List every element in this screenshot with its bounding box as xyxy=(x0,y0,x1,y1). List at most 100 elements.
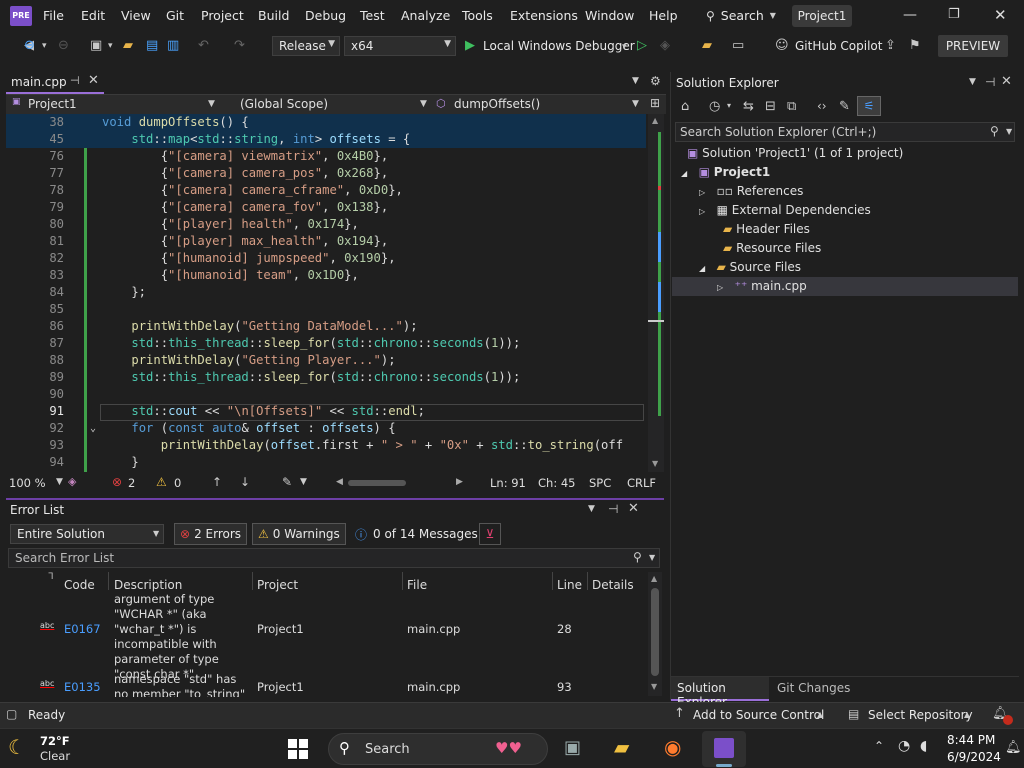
chevron-down-icon[interactable]: ▼ xyxy=(588,504,595,514)
show-all-files-icon[interactable]: ⧉ xyxy=(787,99,796,114)
warnings-filter-button[interactable]: ⚠ 0 Warnings xyxy=(252,523,346,545)
scroll-right-icon[interactable]: ▶ xyxy=(456,477,463,487)
error-code[interactable]: E0167 xyxy=(64,622,101,637)
open-folder-icon[interactable]: ▰ xyxy=(123,38,133,54)
table-row[interactable]: abc E0135 namespace "std" has no member … xyxy=(10,671,646,697)
project-badge[interactable]: Project1 xyxy=(792,5,852,27)
split-icon[interactable]: ⊞ xyxy=(650,96,660,110)
menu-file[interactable]: File xyxy=(43,8,64,23)
debugger-dropdown-icon[interactable]: ▾ xyxy=(622,39,627,55)
folder-view-icon[interactable]: ▰ xyxy=(702,38,712,54)
scroll-left-icon[interactable]: ◀ xyxy=(336,477,343,487)
nav-member[interactable]: dumpOffsets() xyxy=(454,97,540,111)
col-file[interactable]: File xyxy=(407,578,427,592)
visual-studio-logo[interactable]: PRE xyxy=(10,6,32,26)
close-panel-icon[interactable]: ✕ xyxy=(1001,74,1012,89)
weather-condition[interactable]: Clear xyxy=(40,749,70,763)
code-line[interactable]: 45 std::map<std::string, int> offsets = … xyxy=(6,131,646,148)
new-project-icon[interactable]: ▣ xyxy=(90,38,102,54)
select-repository[interactable]: Select Repository xyxy=(868,708,973,722)
column-filter-icon[interactable]: ᒣ xyxy=(48,572,54,582)
tree-resource-files[interactable]: ▰ Resource Files xyxy=(723,239,821,258)
tree-solution[interactable]: ▣ Solution 'Project1' (1 of 1 project) xyxy=(687,144,903,163)
scope-select[interactable]: Entire Solution ▼ xyxy=(10,524,164,544)
menu-extensions[interactable]: Extensions xyxy=(510,8,578,23)
menu-edit[interactable]: Edit xyxy=(81,8,105,23)
home-icon[interactable]: ⌂ xyxy=(681,99,689,114)
copilot-label[interactable]: GitHub Copilot xyxy=(795,39,882,53)
col-details[interactable]: Details xyxy=(592,578,634,592)
column-number[interactable]: Ch: 45 xyxy=(538,476,575,490)
debugger-target[interactable]: Local Windows Debugger xyxy=(483,39,635,53)
horizontal-scrollbar[interactable] xyxy=(348,480,406,486)
chevron-down-icon[interactable]: ▾ xyxy=(727,101,731,110)
restore-icon[interactable]: ❐ xyxy=(948,7,960,22)
code-line[interactable]: 77 {"[camera] camera_pos", 0x268}, xyxy=(6,165,646,182)
nav-project[interactable]: Project1 xyxy=(28,97,77,111)
code-line[interactable]: 90 xyxy=(6,386,646,403)
notification-center-icon[interactable]: 🔔︎ xyxy=(1005,740,1022,755)
menu-project[interactable]: Project xyxy=(201,8,244,23)
table-row[interactable]: abc E0167 argument of type "WCHAR *" (ak… xyxy=(10,592,646,681)
code-line[interactable]: 91 std::cout << "\n[Offsets]" << std::en… xyxy=(6,403,646,420)
collapse-all-icon[interactable]: ⊟ xyxy=(765,99,776,114)
sync-icon[interactable]: ⇆ xyxy=(743,99,754,114)
code-line[interactable]: 86 printWithDelay("Getting DataModel..."… xyxy=(6,318,646,335)
scroll-up-icon[interactable]: ▲ xyxy=(651,574,657,583)
code-line[interactable]: 93 printWithDelay(offset.first + " > " +… xyxy=(6,437,646,454)
arrow-up-icon[interactable]: ↑ xyxy=(212,475,222,489)
preview-button[interactable]: PREVIEW xyxy=(938,35,1008,57)
menu-test[interactable]: Test xyxy=(360,8,385,23)
platform-select[interactable]: x64 ▼ xyxy=(344,36,456,56)
filter-icon[interactable]: ⊻ xyxy=(479,523,501,545)
firefox-icon[interactable]: ◉ xyxy=(664,735,681,759)
menu-help[interactable]: Help xyxy=(649,8,678,23)
network-icon[interactable]: ◔ xyxy=(898,738,910,754)
global-search[interactable]: ⚲ Search ▼ xyxy=(706,8,776,23)
code-line[interactable]: 82 {"[humanoid] jumpspeed", 0x190}, xyxy=(6,250,646,267)
error-search-box[interactable]: Search Error List ⚲ ▼ xyxy=(8,548,660,568)
pin-icon[interactable]: ⊣ xyxy=(608,502,618,516)
chevron-down-icon[interactable]: ▼ xyxy=(208,99,215,109)
pin-icon[interactable]: ⊣ xyxy=(985,75,995,89)
navigate-back-icon[interactable]: ⊖ xyxy=(24,38,35,54)
scroll-down-icon[interactable]: ▼ xyxy=(652,459,658,468)
error-list-scrollbar[interactable]: ▲ ▼ xyxy=(648,572,662,696)
scroll-thumb[interactable] xyxy=(651,588,659,676)
cleanup-icon[interactable]: ✎ xyxy=(282,475,292,489)
attach-icon[interactable]: ◈ xyxy=(660,38,670,54)
error-code[interactable]: E0135 xyxy=(64,680,101,695)
code-line[interactable]: 83 {"[humanoid] team", 0x1D0}, xyxy=(6,267,646,284)
code-line[interactable]: 92 for (const auto& offset : offsets) {⌄ xyxy=(6,420,646,437)
code-line[interactable]: 85 xyxy=(6,301,646,318)
properties-icon[interactable]: ✎ xyxy=(839,99,850,114)
arrow-down-icon[interactable]: ↓ xyxy=(240,475,250,489)
file-explorer-icon[interactable]: ▰ xyxy=(614,735,629,759)
save-icon[interactable]: ▤ xyxy=(146,38,158,54)
tree-external-deps[interactable]: ▷ ▦ External Dependencies xyxy=(699,201,871,220)
messages-filter-button[interactable]: ⓘ 0 of 14 Messages xyxy=(350,523,483,545)
back-dropdown-icon[interactable]: ▾ xyxy=(42,38,47,54)
minimize-icon[interactable]: — xyxy=(903,7,917,23)
menu-git[interactable]: Git xyxy=(166,8,184,23)
code-line[interactable]: 78 {"[camera] camera_cframe", 0xD0}, xyxy=(6,182,646,199)
weather-temp[interactable]: 72°F xyxy=(40,734,70,748)
tab-git-changes[interactable]: Git Changes xyxy=(775,677,855,701)
code-line[interactable]: 38 void dumpOffsets() { xyxy=(6,114,646,131)
col-project[interactable]: Project xyxy=(257,578,298,592)
nav-scope[interactable]: (Global Scope) xyxy=(240,97,328,111)
add-to-source-control[interactable]: Add to Source Control xyxy=(693,708,824,722)
code-line[interactable]: 87 std::this_thread::sleep_for(std::chro… xyxy=(6,335,646,352)
warning-icon[interactable]: ⚠ xyxy=(156,475,167,489)
editor-scrollbar[interactable]: ▲ ▼ xyxy=(648,114,664,472)
tab-solution-explorer[interactable]: Solution Explorer xyxy=(671,677,769,709)
task-view-icon[interactable]: ▣ xyxy=(564,737,581,758)
col-code[interactable]: Code xyxy=(64,578,95,592)
redo-icon[interactable]: ↷ xyxy=(234,38,245,54)
chevron-down-icon[interactable]: ▼ xyxy=(300,477,307,487)
volume-icon[interactable]: ◖ xyxy=(920,738,927,754)
menu-view[interactable]: View xyxy=(121,8,151,23)
tab-list-icon[interactable]: ▼ xyxy=(632,76,639,86)
settings-icon[interactable]: ⚙ xyxy=(650,74,661,88)
feedback-icon[interactable]: ⚑ xyxy=(909,38,921,54)
